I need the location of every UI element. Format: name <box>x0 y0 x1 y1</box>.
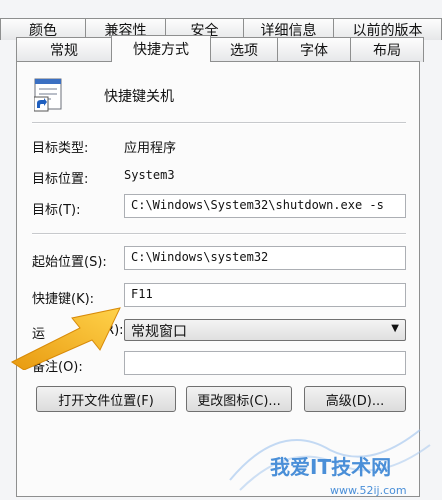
start-in-field[interactable]: C:\Windows\system32 <box>124 246 406 270</box>
watermark-text: 我爱IT技术网 <box>270 455 391 479</box>
change-icon-button[interactable]: 更改图标(C)... <box>186 386 292 412</box>
target-type-label: 目标类型: <box>32 141 89 156</box>
tab-layout[interactable]: 布局 <box>350 37 424 62</box>
tab-font[interactable]: 字体 <box>277 37 351 62</box>
chevron-down-icon: ▼ <box>391 323 399 334</box>
target-location-label: 目标位置: <box>32 172 89 187</box>
separator-top <box>32 122 406 124</box>
shortcut-key-field[interactable]: F11 <box>124 283 406 307</box>
tab-shortcut[interactable]: 快捷方式 <box>111 35 211 62</box>
shortcut-name: 快捷键关机 <box>104 89 174 105</box>
tab-general[interactable]: 常规 <box>16 37 112 62</box>
shortcut-app-icon <box>34 78 62 112</box>
target-field[interactable]: C:\Windows\System32\shutdown.exe -s <box>124 194 406 218</box>
run-select-value: 常规窗口 <box>131 324 187 340</box>
tab-options[interactable]: 选项 <box>210 37 278 62</box>
run-select[interactable]: 常规窗口 ▼ <box>124 319 406 341</box>
target-location-value: System3 <box>124 168 175 182</box>
properties-window: { "tabs_back": ["颜色", "兼容性", "安全", "详细信息… <box>0 0 442 500</box>
start-in-label: 起始位置(S): <box>32 255 107 270</box>
watermark-url: www.52ij.com <box>330 484 407 497</box>
separator-middle <box>32 233 406 235</box>
comment-field[interactable] <box>124 351 406 375</box>
arrow-pointer-icon <box>11 307 121 370</box>
target-type-value: 应用程序 <box>124 141 177 156</box>
target-label: 目标(T): <box>32 203 81 218</box>
watermark-logo: 我爱IT技术网 www.52ij.com <box>229 429 431 497</box>
open-file-location-button[interactable]: 打开文件位置(F) <box>36 386 176 412</box>
tab-row-front: 常规 快捷方式 选项 字体 布局 <box>0 35 442 62</box>
advanced-button[interactable]: 高级(D)... <box>304 386 406 412</box>
